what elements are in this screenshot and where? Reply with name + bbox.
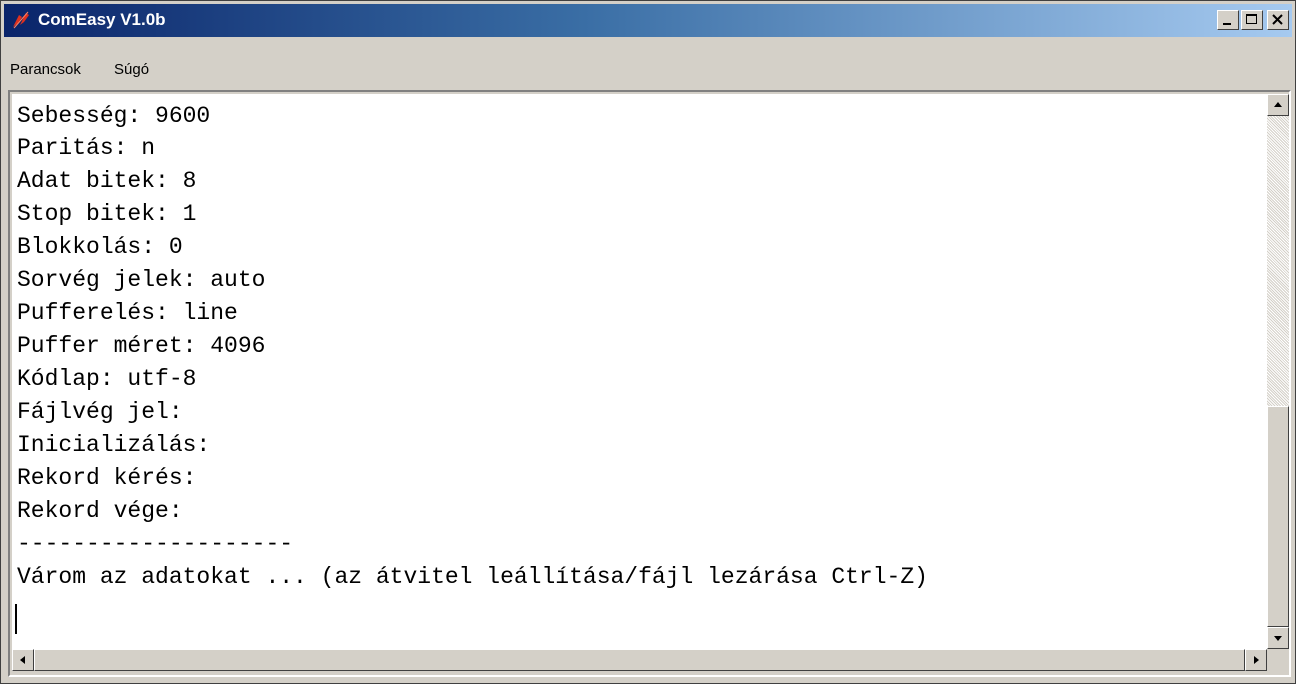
console-line: --------------------: [17, 531, 294, 557]
scroll-left-button[interactable]: [12, 649, 34, 671]
minimize-icon: [1223, 23, 1231, 25]
console-line: Rekord vége:: [17, 498, 183, 524]
console-line: Várom az adatokat ... (az átvitel leállí…: [17, 564, 928, 590]
scroll-down-button[interactable]: [1267, 627, 1289, 649]
console-frame: Sebesség: 9600 Paritás: n Adat bitek: 8 …: [8, 90, 1291, 677]
horizontal-scroll-thumb[interactable]: [34, 649, 1245, 671]
console-line: Inicializálás:: [17, 432, 211, 458]
console-line: Fájlvég jel:: [17, 399, 183, 425]
console-line: Blokkolás: 0: [17, 234, 183, 260]
console-line: Stop bitek: 1: [17, 201, 197, 227]
menu-bar: Parancsok Súgó: [4, 57, 1292, 83]
maximize-icon: [1246, 14, 1257, 24]
app-window: ComEasy V1.0b Parancsok Súgó Sebesség: 9…: [0, 0, 1296, 684]
console-line: Rekord kérés:: [17, 465, 197, 491]
close-button[interactable]: [1267, 10, 1289, 30]
maximize-button[interactable]: [1241, 10, 1263, 30]
console-line: Pufferelés: line: [17, 300, 238, 326]
title-bar[interactable]: ComEasy V1.0b: [4, 4, 1292, 37]
console-line: Puffer méret: 4096: [17, 333, 266, 359]
arrow-down-icon: [1274, 636, 1282, 641]
console-line: Sorvég jelek: auto: [17, 267, 266, 293]
window-title: ComEasy V1.0b: [38, 10, 166, 29]
console-line: Adat bitek: 8: [17, 168, 197, 194]
menu-sugo[interactable]: Súgó: [114, 57, 149, 83]
console-output[interactable]: Sebesség: 9600 Paritás: n Adat bitek: 8 …: [12, 94, 1267, 649]
arrow-left-icon: [20, 656, 25, 664]
text-cursor: [15, 604, 17, 634]
tk-feather-icon[interactable]: [10, 9, 32, 31]
console-line: Kódlap: utf-8: [17, 366, 197, 392]
console-line: Paritás: n: [17, 135, 156, 161]
horizontal-scrollbar[interactable]: [12, 649, 1267, 671]
arrow-right-icon: [1254, 656, 1259, 664]
close-icon: [1272, 14, 1283, 25]
arrow-up-icon: [1274, 102, 1282, 107]
vertical-scroll-thumb[interactable]: [1267, 406, 1289, 627]
scroll-up-button[interactable]: [1267, 94, 1289, 116]
scrollbar-corner: [1267, 649, 1289, 671]
minimize-button[interactable]: [1217, 10, 1239, 30]
menu-parancsok[interactable]: Parancsok: [10, 57, 81, 83]
vertical-scrollbar[interactable]: [1267, 94, 1289, 649]
console-line: Sebesség: 9600: [17, 103, 211, 129]
scroll-right-button[interactable]: [1245, 649, 1267, 671]
